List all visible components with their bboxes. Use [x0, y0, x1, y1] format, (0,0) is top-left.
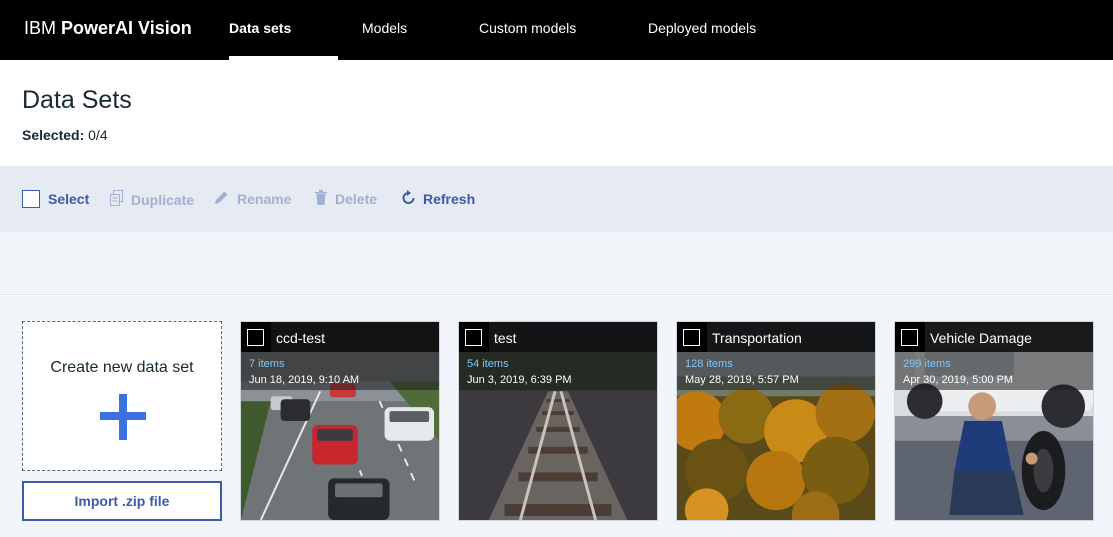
tab-models-label: Models — [362, 20, 408, 36]
dataset-card[interactable]: Transportation 128 items May 28, 2019, 5… — [676, 321, 876, 521]
rename-button[interactable]: Rename — [214, 190, 291, 208]
refresh-label: Refresh — [423, 191, 476, 207]
top-navigation-bar: IBM PowerAI Vision Data sets Models Cust… — [0, 0, 1113, 60]
page-title: Data Sets — [22, 86, 132, 114]
dataset-item-count: 128 items — [685, 358, 733, 370]
tab-models[interactable]: Models — [362, 0, 442, 60]
delete-button[interactable]: Delete — [315, 190, 377, 208]
tab-deployed-models[interactable]: Deployed models — [648, 0, 788, 60]
dataset-date: Jun 3, 2019, 6:39 PM — [467, 374, 572, 386]
brand-prefix: IBM — [24, 18, 57, 38]
dataset-date: May 28, 2019, 5:57 PM — [685, 374, 799, 386]
selected-label: Selected: — [22, 127, 85, 143]
dataset-checkbox[interactable] — [901, 329, 918, 346]
dataset-name: test — [494, 330, 517, 346]
import-zip-button[interactable]: Import .zip file — [22, 481, 222, 521]
tab-data-sets[interactable]: Data sets — [229, 0, 338, 60]
plus-icon — [100, 394, 146, 440]
dataset-date: Apr 30, 2019, 5:00 PM — [903, 374, 1014, 386]
dataset-date: Jun 18, 2019, 9:10 AM — [249, 374, 360, 386]
refresh-button[interactable]: Refresh — [402, 190, 475, 208]
tab-custom-models[interactable]: Custom models — [479, 0, 609, 60]
tab-deployed-models-label: Deployed models — [648, 20, 757, 36]
duplicate-button[interactable]: Duplicate — [110, 190, 194, 209]
duplicate-label: Duplicate — [131, 191, 195, 208]
delete-label: Delete — [335, 191, 378, 207]
dataset-name: Vehicle Damage — [930, 330, 1032, 346]
dataset-card[interactable]: test 54 items Jun 3, 2019, 6:39 PM — [458, 321, 658, 521]
dataset-checkbox[interactable] — [465, 329, 482, 346]
tab-data-sets-label: Data sets — [229, 20, 292, 36]
dataset-card[interactable]: ccd-test 7 items Jun 18, 2019, 9:10 AM — [240, 321, 440, 521]
dataset-card[interactable]: Vehicle Damage 299 items Apr 30, 2019, 5… — [894, 321, 1094, 521]
trash-icon — [315, 190, 327, 208]
pencil-icon — [214, 190, 229, 208]
tab-custom-models-label: Custom models — [479, 20, 577, 36]
brand-logo[interactable]: IBM PowerAI Vision — [24, 18, 192, 39]
selection-count: Selected: 0/4 — [22, 127, 108, 143]
create-data-set-card[interactable]: Create new data set — [22, 321, 222, 471]
dataset-item-count: 7 items — [249, 358, 285, 370]
create-data-set-label: Create new data set — [50, 359, 194, 376]
filter-area — [0, 232, 1113, 295]
dataset-checkbox[interactable] — [683, 329, 700, 346]
dataset-name: Transportation — [712, 330, 802, 346]
select-label: Select — [48, 191, 90, 207]
action-toolbar: Select Duplicate Rename Delete Refresh — [0, 166, 1113, 232]
dataset-item-count: 54 items — [467, 358, 509, 370]
selected-value: 0/4 — [88, 127, 108, 143]
dataset-item-count: 299 items — [903, 358, 951, 370]
active-tab-indicator — [229, 56, 338, 60]
dataset-checkbox[interactable] — [247, 329, 264, 346]
checkbox-icon[interactable] — [22, 190, 40, 208]
rename-label: Rename — [237, 191, 292, 207]
brand-name: PowerAI Vision — [61, 18, 192, 38]
duplicate-icon — [110, 190, 123, 209]
dataset-name: ccd-test — [276, 330, 326, 346]
refresh-icon — [402, 190, 415, 208]
select-all-button[interactable]: Select — [22, 190, 89, 208]
